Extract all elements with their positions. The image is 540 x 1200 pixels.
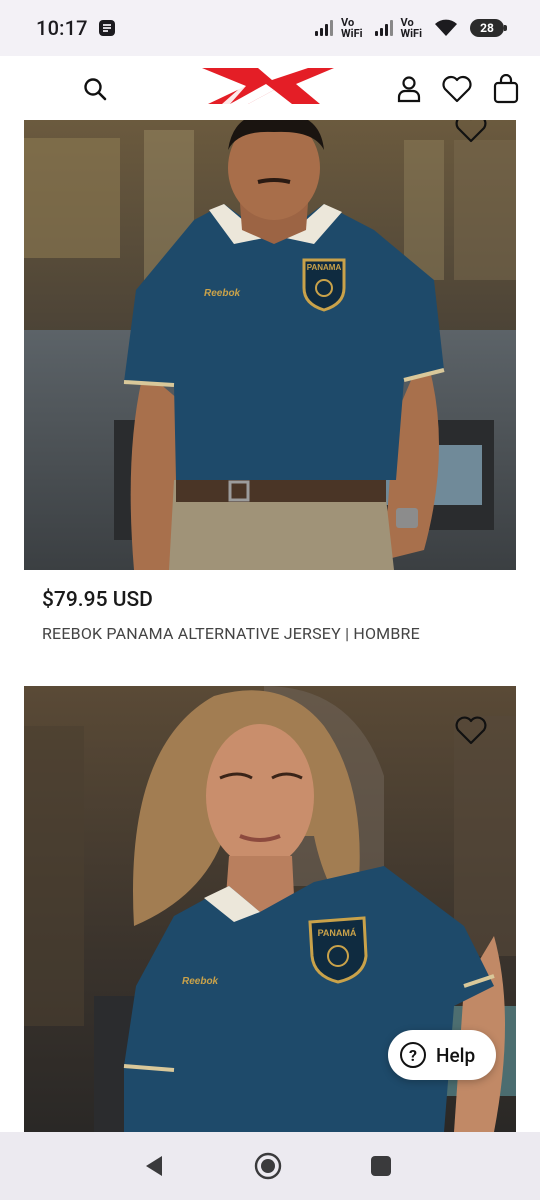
vowifi-label: Vo WiFi bbox=[341, 16, 363, 40]
status-indicators: Vo WiFi Vo WiFi 28 bbox=[315, 16, 507, 40]
jersey-brand-text: Reebok bbox=[204, 288, 241, 299]
signal-icon-2 bbox=[374, 20, 393, 36]
back-icon[interactable] bbox=[142, 1154, 166, 1178]
recents-icon[interactable] bbox=[370, 1155, 392, 1177]
signal-icon bbox=[315, 20, 334, 36]
system-nav-bar bbox=[0, 1132, 540, 1200]
help-label: Help bbox=[436, 1043, 476, 1067]
wishlist-heart-icon[interactable] bbox=[454, 120, 488, 144]
search-icon[interactable] bbox=[82, 76, 108, 102]
product-name[interactable]: REEBOK PANAMA ALTERNATIVE JERSEY | HOMBR… bbox=[42, 624, 420, 643]
product-image[interactable]: PANAMA Reebok bbox=[24, 120, 516, 570]
home-icon[interactable] bbox=[254, 1152, 282, 1180]
jersey-crest-text: PANAMÁ bbox=[318, 928, 357, 938]
product-list: PANAMA Reebok $79.95 USD REEBOK PANAMA A… bbox=[0, 120, 540, 1132]
jersey-crest-text: PANAMA bbox=[307, 263, 342, 272]
status-time: 10:17 bbox=[36, 16, 88, 40]
jersey-brand-text: Reebok bbox=[182, 976, 219, 987]
reebok-logo[interactable] bbox=[200, 66, 336, 106]
wifi-icon bbox=[435, 19, 457, 36]
app-notification-icon bbox=[98, 20, 115, 36]
battery-icon: 28 bbox=[470, 19, 507, 37]
help-question-icon: ? bbox=[400, 1042, 426, 1068]
app-header bbox=[0, 56, 540, 120]
status-bar: 10:17 Vo WiFi Vo WiFi 28 bbox=[0, 0, 540, 56]
heart-icon[interactable] bbox=[441, 75, 473, 103]
help-button[interactable]: ? Help bbox=[388, 1030, 496, 1080]
account-icon[interactable] bbox=[395, 75, 423, 103]
product-photo-man: PANAMA Reebok bbox=[24, 120, 516, 570]
bag-icon[interactable] bbox=[492, 74, 520, 104]
battery-level: 28 bbox=[480, 21, 494, 35]
product-price: $79.95 USD bbox=[42, 588, 153, 612]
vowifi-label-2: Vo WiFi bbox=[400, 16, 422, 40]
product-card[interactable]: PANAMA Reebok $79.95 USD REEBOK PANAMA A… bbox=[24, 120, 516, 660]
wishlist-heart-icon[interactable] bbox=[454, 716, 488, 746]
